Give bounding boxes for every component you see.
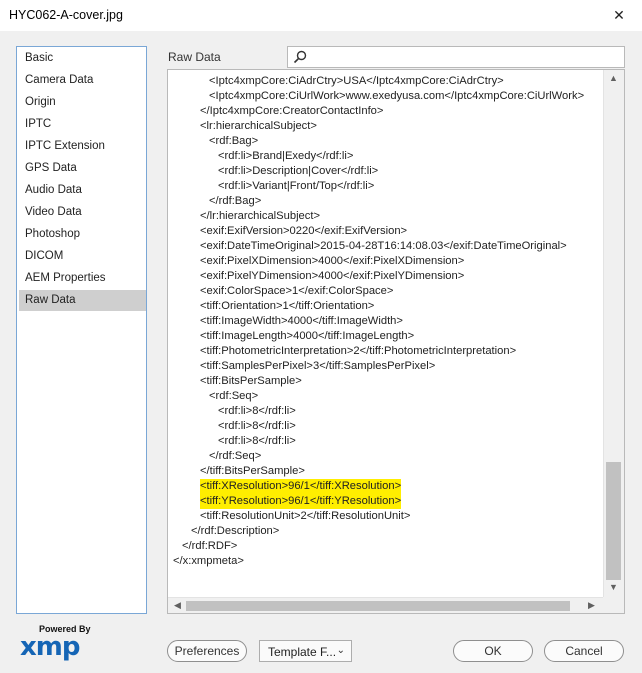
- xml-line: </rdf:Description>: [191, 525, 280, 537]
- xml-line: <Iptc4xmpCore:CiUrlWork>www.exedyusa.com…: [209, 90, 585, 102]
- logo-wordmark: xmp: [20, 632, 80, 662]
- sidebar-item-gps-data[interactable]: GPS Data: [19, 158, 146, 179]
- xml-line: <exif:PixelXDimension>4000</exif:PixelXD…: [200, 255, 465, 267]
- xml-line: <rdf:li>Variant|Front/Top</rdf:li>: [218, 180, 375, 192]
- category-sidebar: Basic Camera Data Origin IPTC IPTC Extension…: [16, 46, 147, 614]
- horizontal-scroll-thumb[interactable]: [186, 601, 570, 611]
- xml-line: <rdf:li>8</rdf:li>: [218, 405, 296, 417]
- search-icon: [293, 50, 307, 64]
- sidebar-item-photoshop[interactable]: Photoshop: [19, 224, 146, 245]
- xml-line: <exif:PixelYDimension>4000</exif:PixelYD…: [200, 270, 465, 282]
- xml-line: <exif:ExifVersion>0220</exif:ExifVersion…: [200, 225, 408, 237]
- xml-line: </x:xmpmeta>: [173, 555, 244, 567]
- xml-line: <rdf:Bag>: [209, 135, 259, 147]
- xml-line: <rdf:li>8</rdf:li>: [218, 435, 296, 447]
- sidebar-item-origin[interactable]: Origin: [19, 92, 146, 113]
- xml-line: <tiff:PhotometricInterpretation>2</tiff:…: [200, 345, 517, 357]
- xml-line: </tiff:BitsPerSample>: [200, 465, 305, 477]
- xml-line: </lr:hierarchicalSubject>: [200, 210, 321, 222]
- xml-line: <Iptc4xmpCore:CiAdrCtry>USA</Iptc4xmpCor…: [209, 75, 504, 87]
- xml-line: </rdf:Bag>: [209, 195, 262, 207]
- vertical-scroll-thumb[interactable]: [606, 462, 621, 580]
- close-icon[interactable]: ✕: [596, 0, 642, 31]
- window-title: HYC062-A-cover.jpg: [9, 8, 123, 22]
- xmp-logo: Powered By xmp: [20, 624, 100, 662]
- xml-line: <tiff:ResolutionUnit>2</tiff:ResolutionU…: [200, 510, 411, 522]
- xml-line: <tiff:ImageWidth>4000</tiff:ImageWidth>: [200, 315, 403, 327]
- sidebar-item-audio-data[interactable]: Audio Data: [19, 180, 146, 201]
- ok-button[interactable]: OK: [453, 640, 533, 662]
- preferences-button[interactable]: Preferences: [167, 640, 247, 662]
- xml-line: <rdf:li>8</rdf:li>: [218, 420, 296, 432]
- panel-title: Raw Data: [168, 50, 221, 64]
- sidebar-item-basic[interactable]: Basic: [19, 48, 146, 69]
- sidebar-item-raw-data[interactable]: Raw Data: [19, 290, 146, 311]
- xml-line: </Iptc4xmpCore:CreatorContactInfo>: [200, 105, 384, 117]
- xml-line: <rdf:li>Description|Cover</rdf:li>: [218, 165, 379, 177]
- xml-line: <rdf:li>Brand|Exedy</rdf:li>: [218, 150, 354, 162]
- xml-line: <tiff:SamplesPerPixel>3</tiff:SamplesPer…: [200, 360, 436, 372]
- xml-line: <exif:ColorSpace>1</exif:ColorSpace>: [200, 285, 394, 297]
- scroll-up-icon[interactable]: ▲: [606, 73, 621, 83]
- xml-line: <tiff:BitsPerSample>: [200, 375, 302, 387]
- vertical-scrollbar[interactable]: ▲ ▼: [603, 70, 624, 597]
- template-dropdown[interactable]: Template F... ⌄: [259, 640, 352, 662]
- sidebar-item-video-data[interactable]: Video Data: [19, 202, 146, 223]
- sidebar-item-aem-properties[interactable]: AEM Properties: [19, 268, 146, 289]
- sidebar-item-dicom[interactable]: DICOM: [19, 246, 146, 267]
- xml-line: <tiff:Orientation>1</tiff:Orientation>: [200, 300, 375, 312]
- template-dropdown-label: Template F...: [268, 645, 337, 659]
- xml-line: <tiff:ImageLength>4000</tiff:ImageLength…: [200, 330, 415, 342]
- sidebar-item-iptc[interactable]: IPTC: [19, 114, 146, 135]
- title-bar: HYC062-A-cover.jpg ✕: [0, 0, 642, 31]
- cancel-button[interactable]: Cancel: [544, 640, 624, 662]
- sidebar-item-iptc-extension[interactable]: IPTC Extension: [19, 136, 146, 157]
- search-box[interactable]: [287, 46, 625, 68]
- highlighted-xml-line: <tiff:XResolution>96/1</tiff:XResolution…: [200, 479, 402, 494]
- scroll-left-icon[interactable]: ◀: [170, 600, 185, 611]
- xml-line: </rdf:Seq>: [209, 450, 262, 462]
- chevron-down-icon: ⌄: [336, 645, 345, 656]
- search-input[interactable]: [310, 49, 624, 67]
- xml-line: <exif:DateTimeOriginal>2015-04-28T16:14:…: [200, 240, 567, 252]
- horizontal-scrollbar[interactable]: ◀ ▶: [168, 597, 603, 613]
- scroll-right-icon[interactable]: ▶: [584, 600, 599, 611]
- highlighted-xml-line: <tiff:YResolution>96/1</tiff:YResolution…: [200, 494, 402, 509]
- scroll-corner: [603, 597, 624, 613]
- xml-line: <rdf:Seq>: [209, 390, 259, 402]
- scroll-down-icon[interactable]: ▼: [606, 582, 621, 592]
- xml-line: <lr:hierarchicalSubject>: [200, 120, 317, 132]
- raw-data-view[interactable]: <Iptc4xmpCore:CiAdrCtry>USA</Iptc4xmpCor…: [167, 69, 625, 614]
- sidebar-item-camera-data[interactable]: Camera Data: [19, 70, 146, 91]
- xml-line: </rdf:RDF>: [182, 540, 238, 552]
